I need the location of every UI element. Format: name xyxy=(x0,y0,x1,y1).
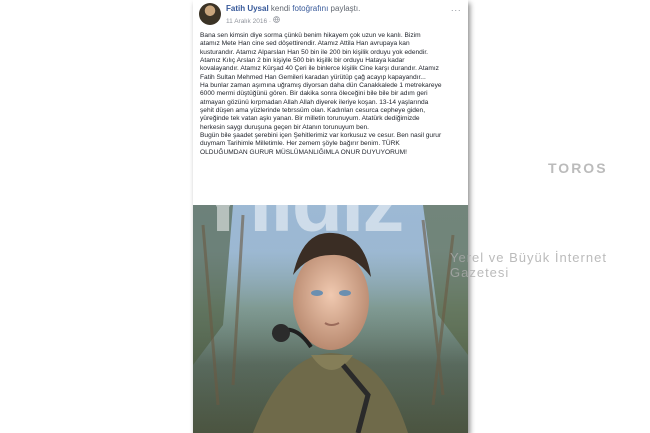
more-options-button[interactable]: ... xyxy=(451,3,462,13)
watermark-crescent-icon xyxy=(48,150,198,275)
watermark-brand: Yıldız xyxy=(195,155,404,249)
globe-icon xyxy=(273,16,280,25)
author-name-link[interactable]: Fatih Uysal xyxy=(226,4,269,13)
action-suffix: paylaştı. xyxy=(330,4,361,13)
post-text: Bana sen kimsin diye sorma çünkü benim h… xyxy=(200,32,442,157)
post-paragraph: Bana sen kimsin diye sorma çünkü benim h… xyxy=(200,32,439,81)
post-paragraph: Bugün bile şaadet şerebini içen Şehitler… xyxy=(200,132,442,156)
photo-link[interactable]: fotoğrafını xyxy=(292,4,328,13)
author-avatar[interactable] xyxy=(199,3,221,25)
post-date[interactable]: 11 Aralık 2016 xyxy=(226,18,267,25)
watermark-tagline-top: TOROS xyxy=(548,160,608,176)
post-author-line: Fatih Uysal kendi fotoğrafını paylaştı. xyxy=(226,4,360,13)
post-meta: 11 Aralık 2016 · xyxy=(226,16,280,25)
separator-dot: · xyxy=(268,18,272,25)
watermark-tagline-bottom: Yerel ve Büyük İnternet Gazetesi xyxy=(450,250,607,280)
post-header: Fatih Uysal kendi fotoğrafını paylaştı. … xyxy=(193,0,468,30)
action-prefix: kendi xyxy=(270,4,291,13)
post-paragraph: Ha bunlar zaman aşımına uğramış diyorsan… xyxy=(200,82,442,131)
